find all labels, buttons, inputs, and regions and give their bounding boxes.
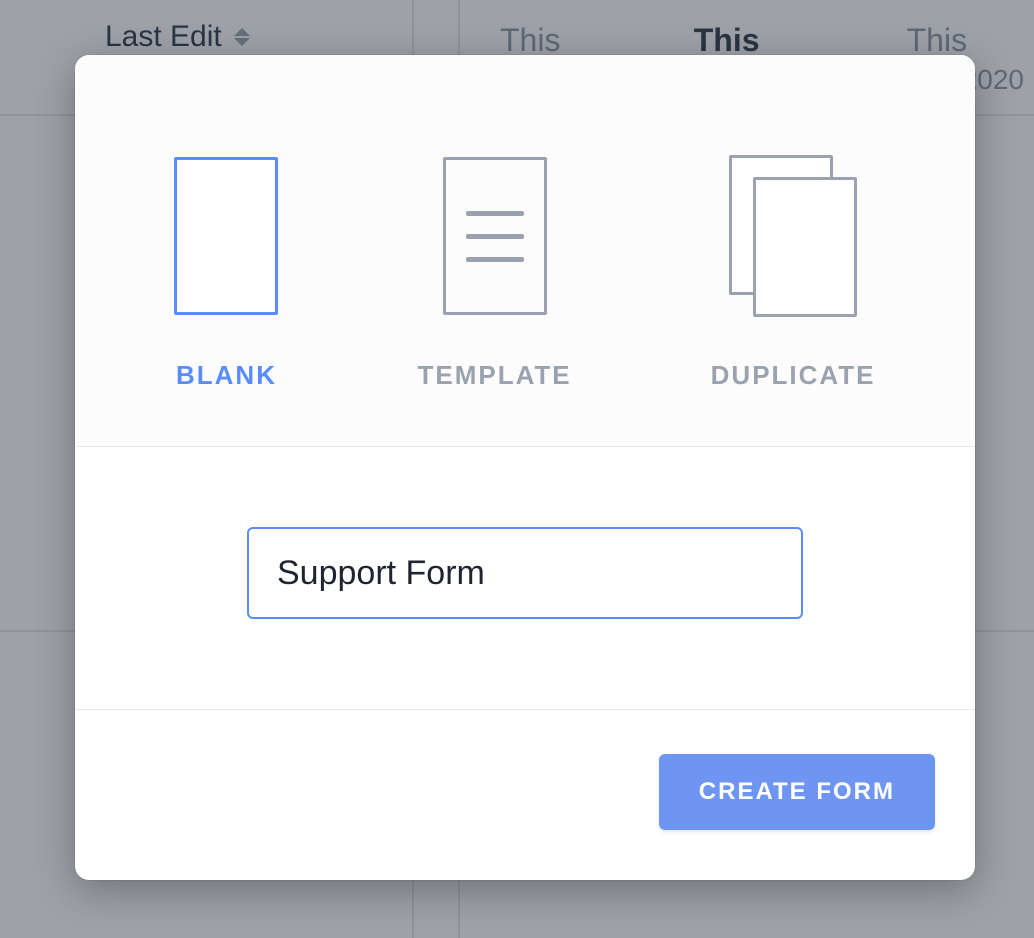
form-type-options: BLANK TEMPLATE DUPLICATE bbox=[75, 55, 975, 447]
option-blank-label: BLANK bbox=[176, 360, 277, 391]
form-name-section bbox=[75, 447, 975, 710]
option-template-label: TEMPLATE bbox=[417, 360, 571, 391]
create-form-modal: BLANK TEMPLATE DUPLICATE CREATE FORM bbox=[75, 55, 975, 880]
duplicate-icon bbox=[729, 155, 857, 315]
option-blank[interactable]: BLANK bbox=[174, 157, 278, 391]
option-duplicate-label: DUPLICATE bbox=[711, 360, 876, 391]
blank-icon bbox=[174, 157, 278, 315]
form-name-input[interactable] bbox=[247, 527, 803, 619]
option-template[interactable]: TEMPLATE bbox=[417, 157, 571, 391]
option-duplicate[interactable]: DUPLICATE bbox=[711, 155, 876, 391]
modal-footer: CREATE FORM bbox=[75, 710, 975, 880]
template-icon bbox=[443, 157, 547, 315]
create-form-button[interactable]: CREATE FORM bbox=[659, 754, 935, 830]
